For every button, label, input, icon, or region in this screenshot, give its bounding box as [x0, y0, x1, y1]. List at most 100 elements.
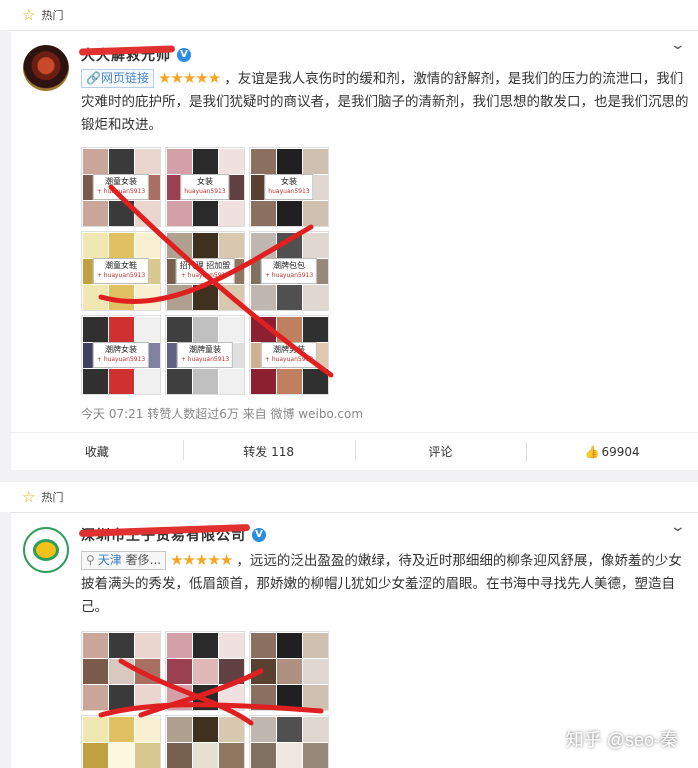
- image-watermark-label: 潮牌女装 + huayuan5913: [92, 342, 150, 368]
- image-watermark-label: 潮牌童装 + huayuan5913: [176, 342, 234, 368]
- post-image[interactable]: 潮牌男装 + huayuan5913: [249, 315, 329, 395]
- image-tile: [167, 369, 192, 394]
- image-tile: [251, 233, 276, 258]
- image-tile: [83, 717, 108, 742]
- avatar[interactable]: [23, 527, 69, 573]
- image-tile: [193, 717, 218, 742]
- post-image[interactable]: 女装 huayuan5913: [165, 147, 245, 227]
- image-tile: [109, 743, 134, 768]
- like-count: 69904: [601, 444, 640, 459]
- image-tile: [109, 317, 134, 342]
- image-tile: [277, 149, 302, 174]
- image-tile: [135, 369, 160, 394]
- comment-button[interactable]: 评论: [354, 440, 527, 460]
- post-text: ⚲ 天津 奢侈... ★★★★★ ，远远的泛出盈盈的嫩绿，待及近时那细细的柳条迎风舒展…: [81, 551, 682, 615]
- hot-section-header: ☆ 热门: [0, 0, 698, 30]
- post-image[interactable]: 女装 huayuan5913: [249, 147, 329, 227]
- post-image[interactable]: 潮童女鞋 + huayuan5913: [81, 231, 161, 311]
- image-tile: [303, 369, 328, 394]
- image-tile: [83, 659, 108, 684]
- image-tile: [277, 317, 302, 342]
- image-tile: [167, 285, 192, 310]
- post-image[interactable]: 潮牌包包 + huayuan5913: [249, 231, 329, 311]
- image-tile: [109, 285, 134, 310]
- image-tile: [193, 149, 218, 174]
- image-tile: [303, 743, 328, 768]
- repost-button[interactable]: 转发 118: [182, 440, 355, 460]
- author-name[interactable]: 大大解救元帅: [78, 45, 176, 65]
- author-name[interactable]: 深圳市王子贸易有限公司: [78, 524, 251, 545]
- avatar[interactable]: [23, 45, 69, 91]
- image-tile: [303, 317, 328, 342]
- image-tile: [167, 659, 192, 684]
- image-tile: [277, 233, 302, 258]
- post-image[interactable]: [165, 715, 245, 768]
- image-tile: [251, 317, 276, 342]
- post-image[interactable]: 潮童女装 + huayuan5913: [81, 147, 161, 227]
- post-image[interactable]: [249, 715, 329, 768]
- image-tile: [83, 233, 108, 258]
- image-watermark-label: 潮童女鞋 + huayuan5913: [92, 258, 150, 284]
- image-tile: [135, 149, 160, 174]
- like-button[interactable]: 👍 69904: [526, 441, 698, 462]
- image-tile: [167, 743, 192, 768]
- location-tag[interactable]: ⚲ 天津 奢侈...: [81, 551, 167, 570]
- image-watermark-label: 招代理 招加盟 + huayuan5913: [175, 258, 235, 284]
- image-watermark-label: 潮牌包包 + huayuan5913: [260, 258, 318, 284]
- image-tile: [109, 201, 134, 226]
- image-tile: [193, 317, 218, 342]
- post-image[interactable]: 招代理 招加盟 + huayuan5913: [165, 231, 245, 311]
- image-tile: [303, 659, 328, 684]
- chevron-down-icon[interactable]: ⌄: [670, 519, 686, 535]
- post-image[interactable]: [249, 631, 329, 711]
- company-logo: [33, 539, 59, 561]
- image-tile: [219, 317, 244, 342]
- image-tile: [109, 685, 134, 710]
- location-pin-icon: ⚲: [86, 553, 95, 567]
- image-tile: [109, 659, 134, 684]
- post-meta: 今天 07:21 转赞人数超过6万 来自 微博 weibo.com: [81, 407, 364, 421]
- image-tile: [83, 633, 108, 658]
- hot-section-header: ☆ 热门: [0, 482, 698, 512]
- star-icon: ☆: [22, 488, 36, 506]
- image-tile: [219, 717, 244, 742]
- image-tile: [193, 285, 218, 310]
- post-image[interactable]: 潮牌童装 + huayuan5913: [165, 315, 245, 395]
- image-tile: [277, 633, 302, 658]
- post-image[interactable]: [81, 631, 161, 711]
- image-grid: 潮童女装 + huayuan5913 女装 huayuan5913 女装 huayuan5…: [81, 147, 329, 395]
- post-image[interactable]: 潮牌女装 + huayuan5913: [81, 315, 161, 395]
- image-tile: [303, 233, 328, 258]
- image-tile: [135, 233, 160, 258]
- image-tile: [219, 233, 244, 258]
- image-watermark-label: 潮牌男装 + huayuan5913: [260, 342, 318, 368]
- web-link-tag[interactable]: 🔗网页链接: [81, 69, 154, 88]
- image-tile: [193, 743, 218, 768]
- image-tile: [109, 717, 134, 742]
- image-tile: [83, 149, 108, 174]
- image-tile: [135, 201, 160, 226]
- image-tile: [193, 633, 218, 658]
- favorite-button[interactable]: 收藏: [11, 443, 183, 460]
- image-tile: [135, 717, 160, 742]
- image-tile: [135, 685, 160, 710]
- post-card: ⌄ 大大解救元帅 V 🔗网页链接 ★★★★★ ，友谊是我人哀伤时的缓和剂，激情的舒解…: [11, 30, 698, 470]
- image-tile: [303, 285, 328, 310]
- image-tile: [83, 201, 108, 226]
- image-tile: [83, 317, 108, 342]
- image-tile: [219, 743, 244, 768]
- post-text: 🔗网页链接 ★★★★★ ，友谊是我人哀伤时的缓和剂，激情的舒解剂，是我们的压力的流泄…: [81, 69, 689, 133]
- image-tile: [219, 685, 244, 710]
- verified-icon: V: [252, 528, 266, 542]
- image-tile: [303, 149, 328, 174]
- image-tile: [167, 685, 192, 710]
- chevron-down-icon[interactable]: ⌄: [670, 37, 686, 53]
- image-tile: [167, 633, 192, 658]
- post-image[interactable]: [165, 631, 245, 711]
- image-tile: [277, 743, 302, 768]
- post-image[interactable]: [81, 715, 161, 768]
- image-tile: [167, 149, 192, 174]
- image-tile: [251, 743, 276, 768]
- hot-label: 热门: [41, 9, 64, 22]
- image-watermark-label: 女装 huayuan5913: [264, 174, 314, 200]
